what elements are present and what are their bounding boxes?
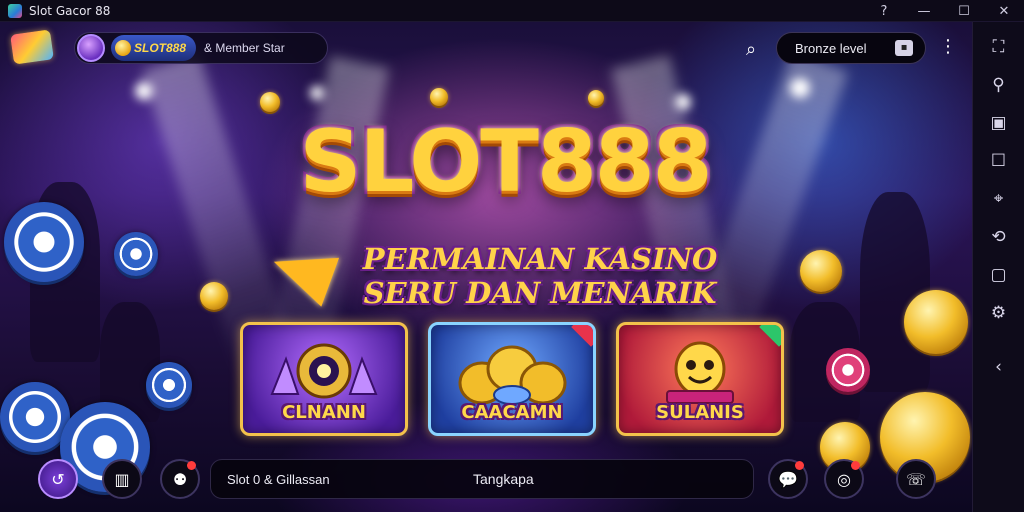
app-icon [8,3,22,18]
leaderboard-button[interactable]: ▥ [102,459,142,499]
casino-chip [4,202,84,282]
avatar[interactable] [77,34,105,62]
game-logo[interactable] [10,29,54,65]
tagline-line-1: PERMAINAN KASINO [362,242,718,276]
emulator-side-toolbar: ⛶ ⚲ ▣ ☐ ⌖ ⟲ ▢ ⚙ ‹ [972,22,1024,512]
game-card-1[interactable]: CLNANN [240,322,408,436]
window-controls: ? — ☐ ✕ [864,0,1024,22]
mascot-icon [666,341,734,404]
app-header: SLOT888 & Member Star ⌕ Bronze level ▪ ⋮ [0,22,972,72]
tagline-line-2: SERU DAN MENARIK [363,276,717,310]
game-card-label: CLNANN [282,402,366,423]
profile-button[interactable]: ⚉ [160,459,200,499]
casino-chip [114,232,158,276]
pin-icon[interactable]: ⚲ [979,68,1019,102]
coin-icon [115,40,131,56]
game-card-3[interactable]: SULANIS [616,322,784,436]
close-button[interactable]: ✕ [984,0,1024,22]
profile-pill[interactable]: SLOT888 & Member Star [74,32,328,64]
refresh-button[interactable]: ↺ [38,459,78,499]
hero-tagline: PERMAINAN KASINO SERU DAN MENARIK [330,242,750,310]
rotate-icon[interactable]: ⟲ [979,220,1019,254]
settings-icon[interactable]: ⚙ [979,296,1019,330]
maximize-button[interactable]: ☐ [944,0,984,22]
notification-dot [851,461,860,470]
support-button[interactable]: ☏ [896,459,936,499]
fullscreen-icon[interactable]: ⛶ [979,30,1019,64]
notification-dot [795,461,804,470]
corner-tag [759,325,781,347]
gold-coin [588,90,604,106]
level-field[interactable]: Bronze level ▪ [776,32,926,64]
record-icon[interactable]: ▢ [979,258,1019,292]
brand-chip[interactable]: SLOT888 [111,35,197,61]
bottom-bar-left-text: Slot 0 & Gillassan [227,471,330,487]
location-icon[interactable]: ⌖ [979,182,1019,216]
gold-coin [800,250,842,292]
gold-coin [260,92,280,112]
crowd-silhouette [860,192,930,392]
support-icon: ☏ [905,469,926,489]
member-label: & Member Star [204,41,285,55]
leaderboard-icon: ▥ [114,469,130,489]
stage-spotlight [790,78,810,98]
bottom-bar-right-text: Tangkapa [473,471,534,487]
gold-coin [904,290,968,354]
notification-dot [187,461,196,470]
gold-coin [200,282,228,310]
bottom-info-bar[interactable]: Slot 0 & Gillassan Tangkapa [210,459,754,499]
chat-icon: 💬 [778,469,798,489]
game-viewport: SLOT888 & Member Star ⌕ Bronze level ▪ ⋮… [0,22,972,512]
brand-label: SLOT888 [134,41,187,55]
back-icon[interactable]: ‹ [979,350,1019,384]
game-card-label: SULANIS [656,402,744,423]
hero-title: SLOT888 [299,112,713,212]
target-button[interactable]: ◎ [824,459,864,499]
casino-chip [826,348,870,392]
search-icon[interactable]: ⌕ [738,36,764,62]
game-card-label: CAACAMN [461,402,563,423]
casino-chip [146,362,192,408]
slot-machine-icon [270,343,378,399]
target-icon: ◎ [837,469,851,489]
help-icon[interactable]: ? [864,0,904,22]
window-icon[interactable]: ☐ [979,144,1019,178]
gold-coin [430,88,448,106]
more-menu-icon[interactable]: ⋮ [938,36,958,62]
window-title: Slot Gacor 88 [29,3,111,18]
minimize-button[interactable]: — [904,0,944,22]
stage-spotlight [310,86,324,100]
coins-icon [458,345,567,405]
stage-spotlight [675,94,691,110]
refresh-icon: ↺ [51,469,65,489]
chat-button[interactable]: 💬 [768,459,808,499]
stage-spotlight [135,82,153,100]
window-titlebar: Slot Gacor 88 ? — ☐ ✕ [0,0,1024,22]
profile-icon: ⚉ [172,469,188,489]
level-text: Bronze level [795,40,867,56]
wallet-icon: ▪ [895,40,913,56]
game-card-2[interactable]: CAACAMN [428,322,596,436]
screenshot-icon[interactable]: ▣ [979,106,1019,140]
